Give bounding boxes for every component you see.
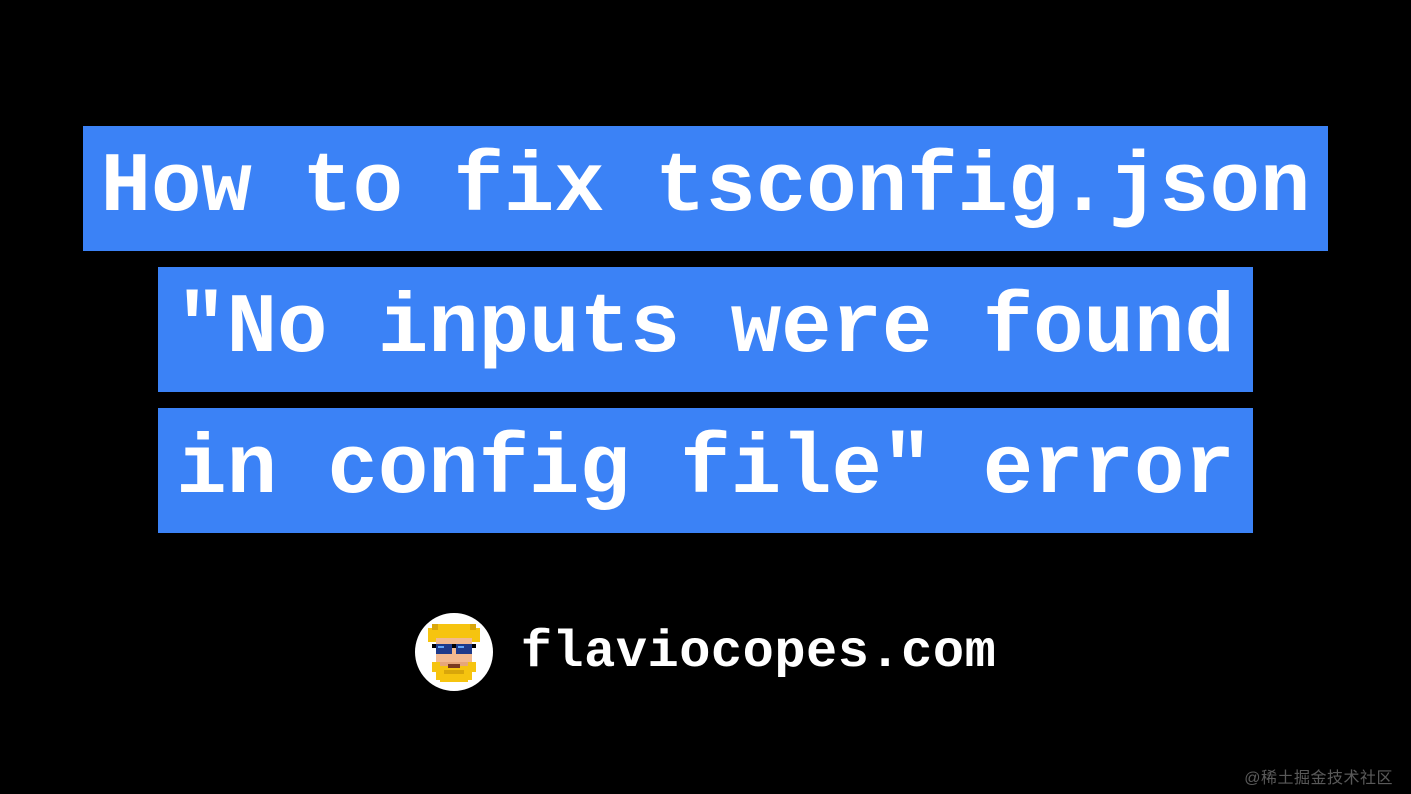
watermark: @稀土掘金技术社区 — [1244, 764, 1393, 788]
title-line-2: "No inputs were found — [158, 267, 1253, 392]
domain-label: flaviocopes.com — [521, 623, 997, 682]
cover-card: How to fix tsconfig.json "No inputs were… — [0, 46, 1411, 746]
title-block: How to fix tsconfig.json "No inputs were… — [83, 118, 1329, 541]
avatar — [415, 613, 493, 691]
title-line-3: in config file" error — [158, 408, 1253, 533]
author-row: flaviocopes.com — [415, 613, 997, 691]
title-line-1: How to fix tsconfig.json — [83, 126, 1329, 251]
